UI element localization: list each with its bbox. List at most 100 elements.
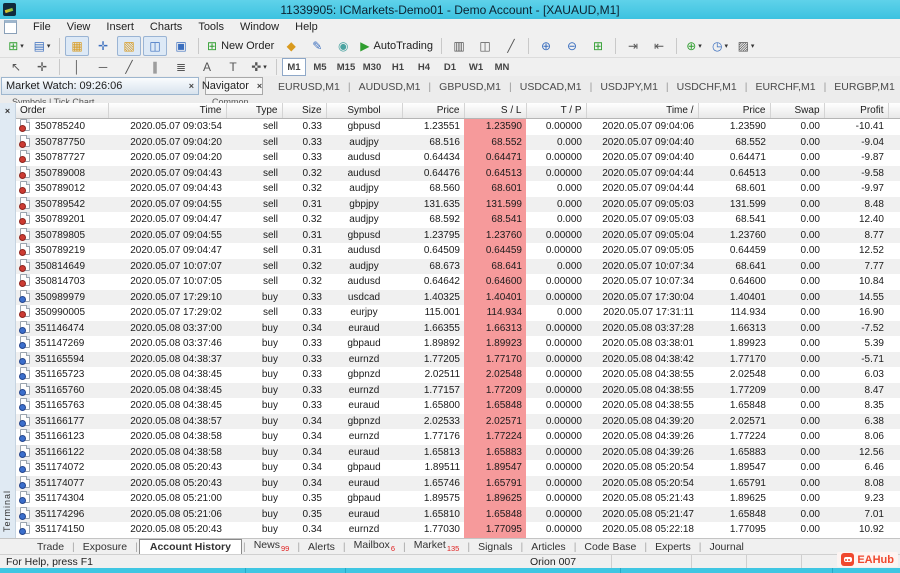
market-watch-header[interactable]: Market Watch: 09:26:06 × (1, 77, 199, 95)
table-row[interactable]: 350785240 2020.05.07 09:03:54 sell 0.33 … (16, 118, 900, 135)
fibonacci-button[interactable]: ≣ (169, 57, 193, 77)
timeframe-m5-button[interactable]: M5 (308, 58, 332, 76)
print-button[interactable]: ✎ (305, 36, 329, 56)
table-row[interactable]: 351166123 2020.05.08 04:38:58 buy 0.34 e… (16, 429, 900, 445)
zoom-out-button[interactable]: ⊖ (560, 36, 584, 56)
trendline-button[interactable]: ╱ (117, 57, 141, 77)
menu-file[interactable]: File (25, 20, 59, 34)
chart-shift-button[interactable]: ⇤ (647, 36, 671, 56)
table-row[interactable]: 351165763 2020.05.08 04:38:45 buy 0.33 e… (16, 398, 900, 414)
profiles-button[interactable]: ▤ ▾ (30, 36, 54, 56)
strategy-tester-toggle[interactable]: ▣ (169, 36, 193, 56)
chart-tab-eurusdm1[interactable]: EURUSD,M1 (270, 81, 348, 93)
sound-button[interactable]: ◉ (331, 36, 355, 56)
cursor-button[interactable]: ↖ (4, 57, 28, 77)
tab-exposure[interactable]: Exposure (76, 540, 134, 555)
terminal-toggle[interactable]: ◫ (143, 36, 167, 56)
col-close-price[interactable]: Price (698, 103, 771, 119)
close-icon[interactable]: × (253, 81, 266, 91)
templates-button[interactable]: ▨ ▾ (734, 36, 758, 56)
tab-market[interactable]: Market135 (407, 538, 467, 555)
timeframe-m1-button[interactable]: M1 (282, 58, 306, 76)
chart-tab-usdjpym1[interactable]: USDJPY,M1 (592, 81, 666, 93)
table-row[interactable]: 351174150 2020.05.08 05:20:43 buy 0.34 e… (16, 522, 900, 538)
table-row[interactable]: 351165723 2020.05.08 04:38:45 buy 0.33 g… (16, 367, 900, 383)
market-watch-toggle[interactable]: ▦ (65, 36, 89, 56)
indicators-button[interactable]: ⊕ ▾ (682, 36, 706, 56)
table-row[interactable]: 350787750 2020.05.07 09:04:20 sell 0.33 … (16, 134, 900, 150)
chart-tab-gbpusdm1[interactable]: GBPUSD,M1 (431, 81, 509, 93)
table-row[interactable]: 350789805 2020.05.07 09:04:55 sell 0.31 … (16, 227, 900, 243)
table-row[interactable]: 350814703 2020.05.07 10:07:05 sell 0.32 … (16, 274, 900, 290)
tab-code-base[interactable]: Code Base (577, 540, 643, 555)
table-row[interactable]: 350814649 2020.05.07 10:07:07 sell 0.32 … (16, 258, 900, 274)
timeframe-mn-button[interactable]: MN (490, 58, 514, 76)
tab-experts[interactable]: Experts (648, 540, 698, 555)
navigator-toggle[interactable]: ▧ (117, 36, 141, 56)
vertical-line-button[interactable]: │ (65, 57, 89, 77)
table-row[interactable]: 350789008 2020.05.07 09:04:43 sell 0.32 … (16, 165, 900, 181)
new-order-button[interactable]: ⊞ New Order (204, 36, 277, 56)
zoom-in-button[interactable]: ⊕ (534, 36, 558, 56)
timeframe-d1-button[interactable]: D1 (438, 58, 462, 76)
table-row[interactable]: 351147269 2020.05.08 03:37:46 buy 0.33 g… (16, 336, 900, 352)
col-tp[interactable]: T / P (526, 103, 587, 119)
eahub-logo[interactable]: EAHub (837, 552, 898, 567)
tile-windows-button[interactable]: ⊞ (586, 36, 610, 56)
col-order[interactable]: Order (16, 103, 109, 119)
candlestick-chart-button[interactable]: ◫ (473, 36, 497, 56)
table-row[interactable]: 351165594 2020.05.08 04:38:37 buy 0.33 e… (16, 351, 900, 367)
table-row[interactable]: 351166122 2020.05.08 04:38:58 buy 0.34 e… (16, 444, 900, 460)
crosshair-button[interactable]: ✛ (30, 57, 54, 77)
menu-insert[interactable]: Insert (98, 20, 142, 34)
menu-help[interactable]: Help (287, 20, 326, 34)
timeframe-h1-button[interactable]: H1 (386, 58, 410, 76)
table-row[interactable]: 350789542 2020.05.07 09:04:55 sell 0.31 … (16, 196, 900, 212)
col-type[interactable]: Type (226, 103, 283, 119)
col-close-time[interactable]: Time / (586, 103, 699, 119)
horizontal-line-button[interactable]: ─ (91, 57, 115, 77)
data-window-toggle[interactable]: ✛ (91, 36, 115, 56)
navigator-header[interactable]: Navigator × (202, 77, 266, 95)
channel-button[interactable]: ∥ (143, 57, 167, 77)
timeframe-h4-button[interactable]: H4 (412, 58, 436, 76)
chart-tab-eurchfm1[interactable]: EURCHF,M1 (747, 81, 823, 93)
table-row[interactable]: 351146474 2020.05.08 03:37:00 buy 0.34 e… (16, 320, 900, 336)
bar-chart-button[interactable]: ▥ (447, 36, 471, 56)
line-chart-button[interactable]: ╱ (499, 36, 523, 56)
tab-news[interactable]: News99 (247, 538, 297, 555)
chart-tab-usdchfm1[interactable]: USDCHF,M1 (669, 81, 745, 93)
timeframe-m30-button[interactable]: M30 (360, 58, 384, 76)
tab-journal[interactable]: Journal (702, 540, 750, 555)
table-row[interactable]: 351165760 2020.05.08 04:38:45 buy 0.33 e… (16, 382, 900, 398)
menu-view[interactable]: View (59, 20, 99, 34)
col-symbol[interactable]: Symbol (326, 103, 403, 119)
tab-signals[interactable]: Signals (471, 540, 519, 555)
table-row[interactable]: 351174296 2020.05.08 05:21:06 buy 0.35 e… (16, 506, 900, 522)
table-row[interactable]: 351166177 2020.05.08 04:38:57 buy 0.34 g… (16, 413, 900, 429)
metaeditor-button[interactable]: ◆ (279, 36, 303, 56)
table-row[interactable]: 350990005 2020.05.07 17:29:02 sell 0.33 … (16, 305, 900, 321)
close-icon[interactable]: × (0, 106, 15, 116)
col-sl[interactable]: S / L (464, 103, 527, 119)
col-profit[interactable]: Profit (824, 103, 889, 119)
text-button[interactable]: A (195, 57, 219, 77)
menu-window[interactable]: Window (232, 20, 287, 34)
table-row[interactable]: 350789012 2020.05.07 09:04:43 sell 0.32 … (16, 181, 900, 197)
col-open-price[interactable]: Price (402, 103, 465, 119)
table-row[interactable]: 351174077 2020.05.08 05:20:43 buy 0.34 e… (16, 475, 900, 491)
timeframe-m15-button[interactable]: M15 (334, 58, 358, 76)
timeframe-w1-button[interactable]: W1 (464, 58, 488, 76)
menu-charts[interactable]: Charts (142, 20, 190, 34)
tab-trade[interactable]: Trade (30, 540, 71, 555)
table-row[interactable]: 350989979 2020.05.07 17:29:10 buy 0.33 u… (16, 289, 900, 305)
col-size[interactable]: Size (282, 103, 327, 119)
table-row[interactable]: 351174072 2020.05.08 05:20:43 buy 0.34 g… (16, 460, 900, 476)
close-icon[interactable]: × (185, 81, 198, 91)
table-row[interactable]: 350789219 2020.05.07 09:04:47 sell 0.31 … (16, 243, 900, 259)
child-window-icon[interactable] (4, 20, 17, 34)
auto-scroll-button[interactable]: ⇥ (621, 36, 645, 56)
chart-tab-usdcadm1[interactable]: USDCAD,M1 (512, 81, 590, 93)
text-label-button[interactable]: T (221, 57, 245, 77)
chart-tab-audusdm1[interactable]: AUDUSD,M1 (351, 81, 429, 93)
